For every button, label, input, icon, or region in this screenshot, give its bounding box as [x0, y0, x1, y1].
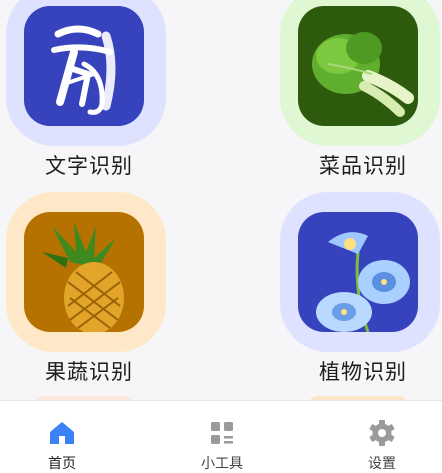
pineapple-icon: [24, 212, 144, 332]
calligraphy-character-icon: [24, 6, 144, 126]
card-label: 植物识别: [319, 360, 407, 384]
card-label: 果蔬识别: [45, 360, 133, 384]
morning-glory-flower-icon: [298, 212, 418, 332]
bottom-tab-bar: 首页 小工具 设置: [0, 400, 442, 473]
home-icon: [50, 422, 74, 444]
tab-home[interactable]: 首页: [2, 401, 122, 473]
grid-tools-icon: [211, 422, 233, 444]
tab-tools[interactable]: 小工具: [162, 401, 282, 473]
tab-label: 设置: [368, 456, 396, 472]
card-label: 文字识别: [45, 154, 133, 178]
gear-icon: [369, 420, 395, 446]
feature-grid: 文字识别 菜品识别 果蔬识别 植物识别: [0, 0, 442, 406]
tab-label: 首页: [48, 456, 76, 472]
card-plant-recognition[interactable]: 植物识别: [278, 192, 442, 392]
card-label: 菜品识别: [319, 154, 407, 178]
tab-label: 小工具: [201, 456, 243, 472]
tab-settings[interactable]: 设置: [322, 401, 442, 473]
card-dish-recognition[interactable]: 菜品识别: [278, 0, 442, 186]
card-produce-recognition[interactable]: 果蔬识别: [4, 192, 174, 392]
bok-choy-icon: [298, 6, 418, 126]
card-text-recognition[interactable]: 文字识别: [4, 0, 174, 186]
